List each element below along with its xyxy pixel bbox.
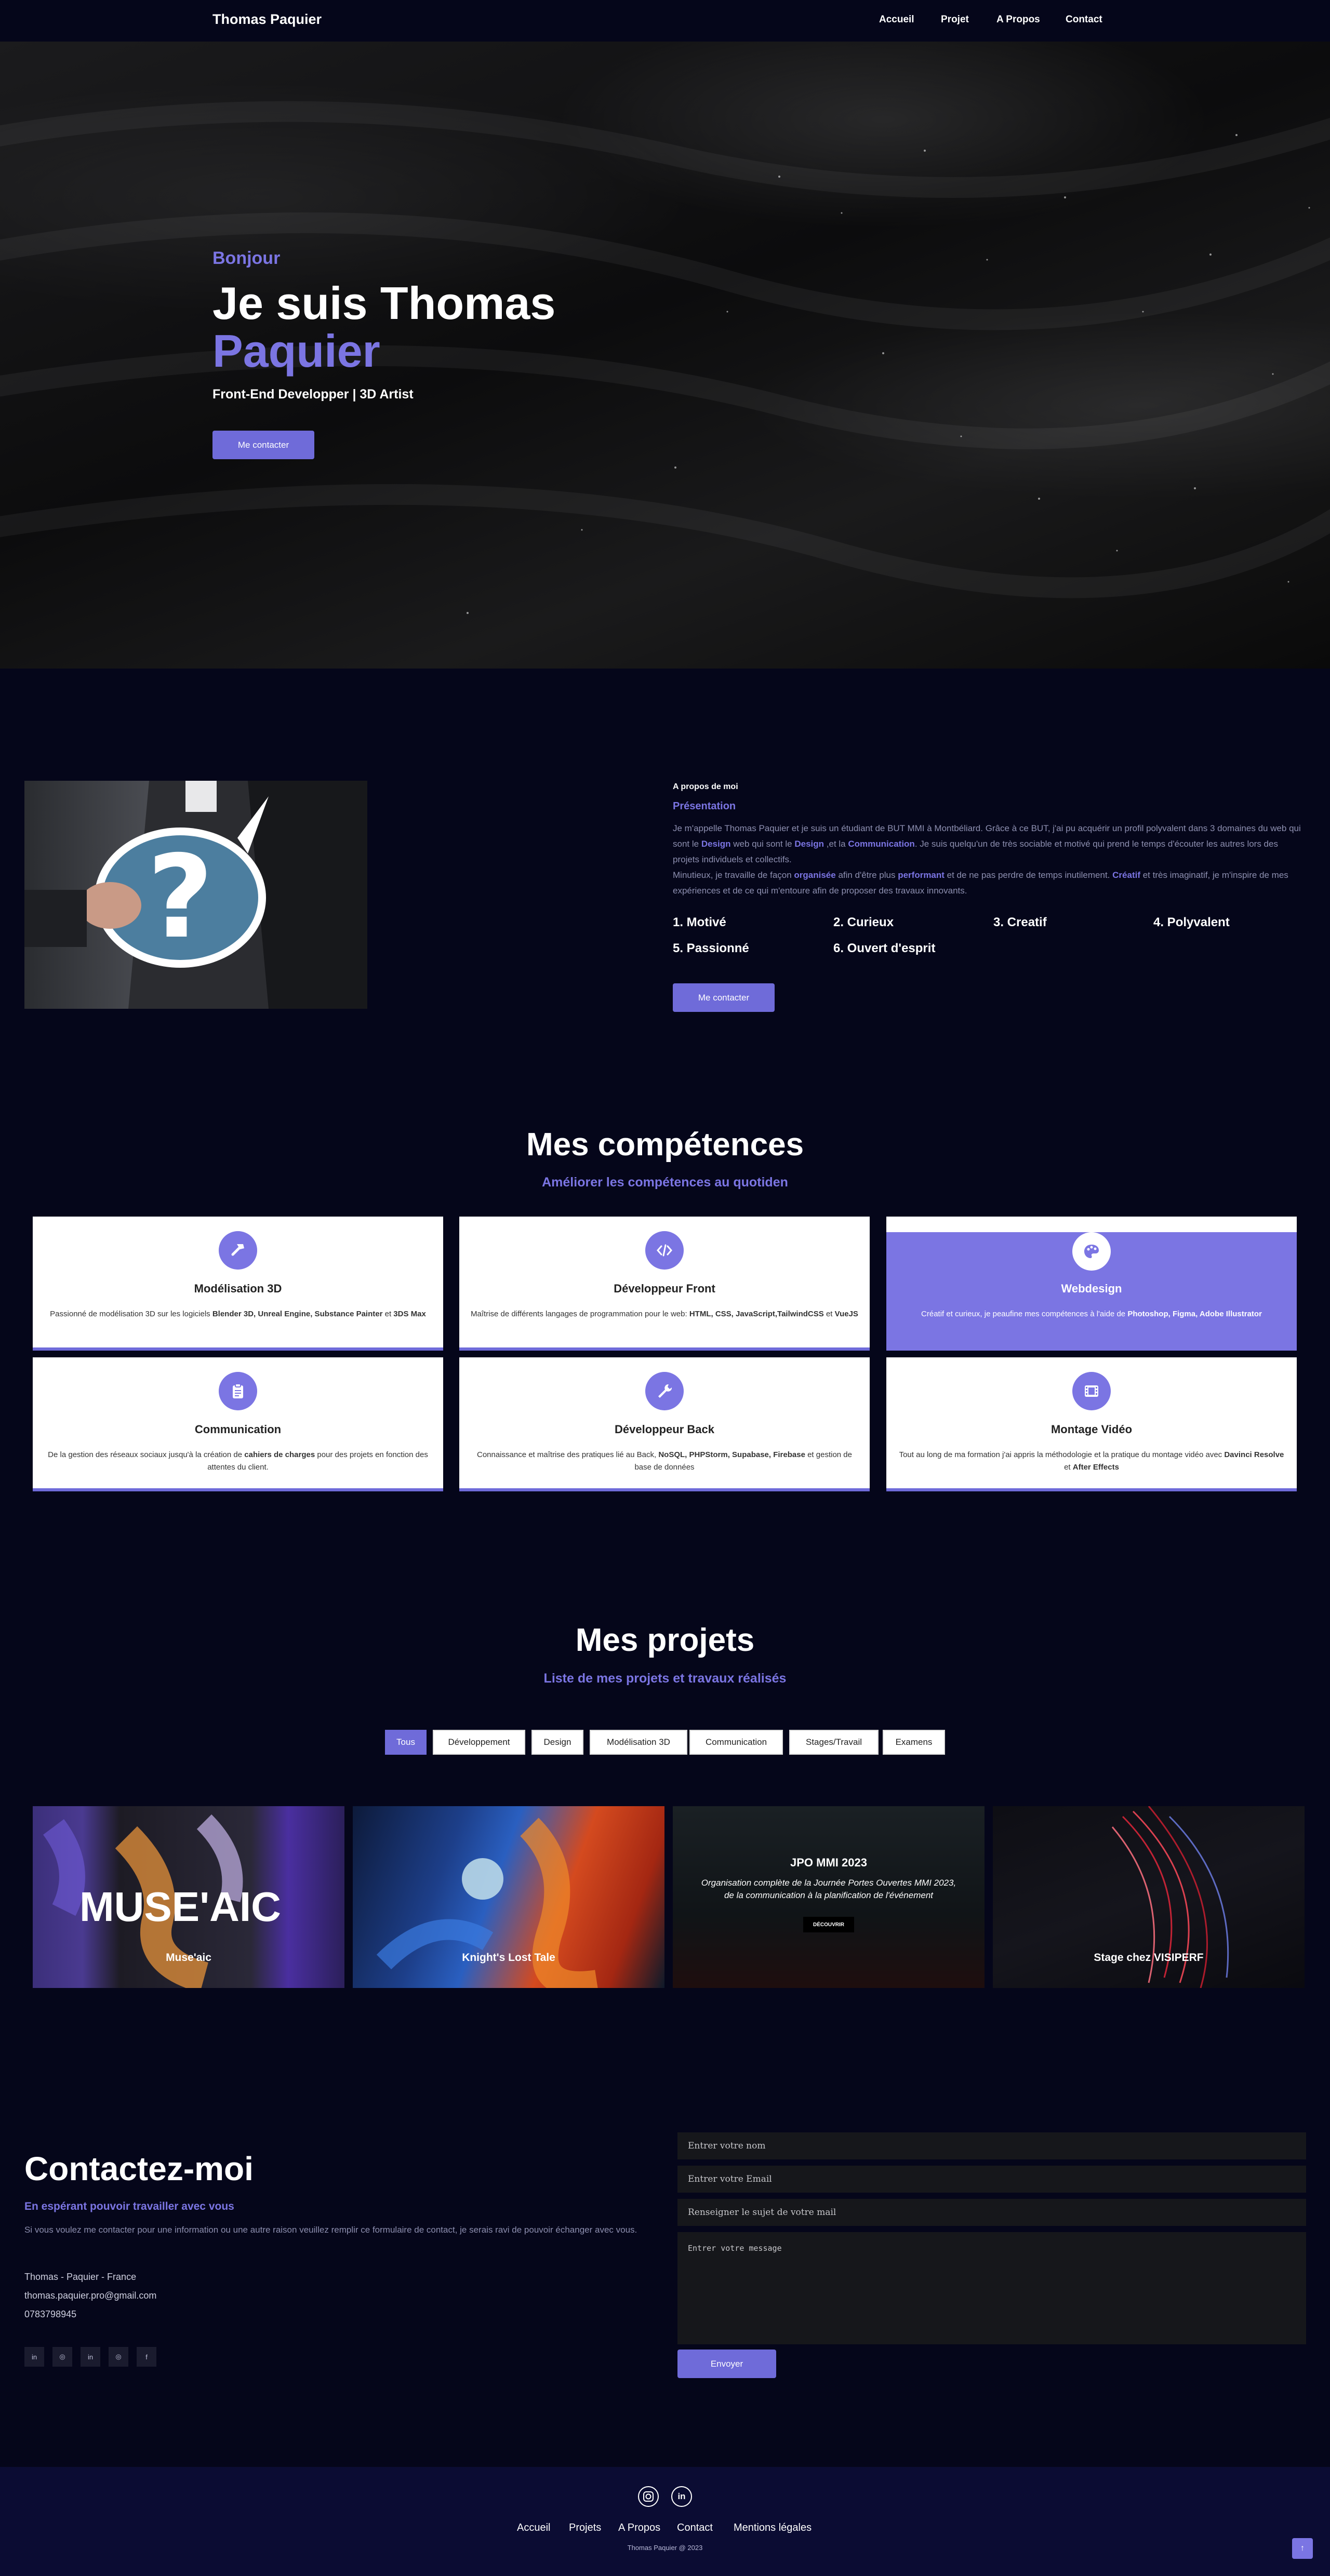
about-text: Je m'appelle Thomas Paquier et je suis u… — [673, 823, 1301, 896]
palette-icon — [1072, 1232, 1111, 1271]
museaic-logo-text: MUSE'AIC — [79, 1884, 281, 1930]
linkedin-icon[interactable]: in — [671, 2486, 692, 2507]
skill-card[interactable]: Modélisation 3D Passionné de modélisation… — [33, 1217, 443, 1351]
code-icon — [645, 1231, 684, 1270]
skill-description: Maîtrise de différents langages de progr… — [471, 1310, 858, 1318]
skill-title: Modélisation 3D — [194, 1282, 282, 1295]
trait-item: 5. Passionné — [673, 941, 749, 955]
skill-description: Passionné de modélisation 3D sur les log… — [50, 1310, 426, 1318]
email-input[interactable]: Entrer votre Email — [677, 2166, 1306, 2193]
project-label: Knight's Lost Tale — [462, 1952, 555, 1964]
project-label: Muse'aic — [166, 1952, 211, 1964]
skill-card[interactable]: Développeur Front Maîtrise de différents … — [459, 1217, 870, 1351]
skill-description: Créatif et curieux, je peaufine mes comp… — [921, 1310, 1262, 1318]
projects-subtitle: Liste de mes projets et travaux réalisés — [543, 1671, 787, 1686]
skill-card[interactable]: Webdesign Créatif et curieux, je peaufine… — [886, 1217, 1297, 1351]
footer-link-a-propos[interactable]: A Propos — [618, 2522, 660, 2534]
about-label: A propos de moi — [673, 782, 738, 791]
filter-examens[interactable]: Examens — [883, 1730, 945, 1755]
about-title: Présentation — [673, 800, 736, 812]
question-bubble-illustration: ? — [24, 781, 367, 1009]
about-image: ? — [24, 781, 367, 1009]
hero-title-line1: Je suis Thomas — [212, 277, 556, 329]
subject-input[interactable]: Renseigner le sujet de votre mail — [677, 2199, 1306, 2226]
footer-link-mentions-legales[interactable]: Mentions légales — [734, 2522, 812, 2534]
contact-phone[interactable]: 0783798945 — [24, 2309, 76, 2320]
trait-item: 2. Curieux — [833, 915, 894, 929]
skill-title: Webdesign — [1061, 1282, 1122, 1295]
contact-text: Si vous voulez me contacter pour une inf… — [24, 2225, 637, 2235]
projects-title: Mes projets — [575, 1622, 755, 1658]
clipboard-icon — [219, 1372, 257, 1410]
skill-description: De la gestion des réseaux sociaux jusqu'… — [48, 1450, 428, 1472]
nav-link-projet[interactable]: Projet — [941, 14, 969, 25]
hero-background-texture — [0, 101, 1330, 614]
trait-item: 4. Polyvalent — [1153, 915, 1230, 929]
nav-link-a-propos[interactable]: A Propos — [996, 14, 1040, 25]
nav-link-accueil[interactable]: Accueil — [879, 14, 914, 25]
filter-tous[interactable]: Tous — [385, 1730, 427, 1755]
hero-greeting: Bonjour — [212, 248, 281, 268]
filter-modelisation-3d[interactable]: Modélisation 3D — [590, 1730, 687, 1755]
skills-subtitle: Améliorer les compétences au quotiden — [542, 1175, 788, 1190]
skill-card[interactable]: Développeur Back Connaissance et maîtrise… — [459, 1357, 870, 1491]
film-icon — [1072, 1372, 1111, 1410]
hero-title-line2: Paquier — [212, 325, 380, 377]
skill-title: Montage Vidéo — [1050, 1423, 1133, 1436]
skill-title: Développeur Front — [614, 1282, 715, 1295]
contact-title: Contactez-moi — [24, 2150, 254, 2187]
name-input[interactable]: Entrer votre nom — [677, 2132, 1306, 2159]
hero-contact-button[interactable]: Me contacter — [212, 431, 314, 459]
project-card-stage-visiperf[interactable]: Stage chez VISIPERF — [993, 1806, 1305, 1988]
project-card-jpo-mmi-2023[interactable]: JPO MMI 2023 Organisation complète de la… — [673, 1806, 985, 1988]
top-navbar: Thomas Paquier Accueil Projet A Propos C… — [0, 0, 1330, 42]
linkedin-icon[interactable]: in — [24, 2347, 44, 2367]
instagram-icon[interactable] — [638, 2486, 659, 2507]
skill-description: Tout au long de ma formation j'ai appris… — [899, 1450, 1284, 1472]
svg-text:?: ? — [147, 831, 214, 964]
hero-subtitle: Front-End Developper | 3D Artist — [212, 387, 414, 402]
footer — [0, 2467, 1330, 2576]
footer-link-accueil[interactable]: Accueil — [517, 2522, 550, 2534]
skill-title: Communication — [194, 1423, 282, 1436]
hero-section — [0, 42, 1330, 669]
trait-item: 6. Ouvert d'esprit — [833, 941, 936, 955]
scroll-to-top-button[interactable]: ↑ — [1292, 2538, 1313, 2559]
skill-description: Connaissance et maîtrise des pratiques l… — [476, 1450, 852, 1472]
footer-link-projets[interactable]: Projets — [569, 2522, 601, 2534]
skill-title: Développeur Back — [615, 1423, 714, 1436]
jpo-hover-title: JPO MMI 2023 — [790, 1856, 867, 1869]
skill-card[interactable]: Communication De la gestion des réseaux s… — [33, 1357, 443, 1491]
instagram-icon[interactable]: ◎ — [109, 2347, 128, 2367]
filter-developpement[interactable]: Développement — [433, 1730, 525, 1755]
skills-title: Mes compétences — [526, 1127, 804, 1163]
discover-button[interactable]: DÉCOUVRIR — [803, 1917, 854, 1932]
hammer-icon — [219, 1231, 257, 1270]
jpo-hover-description: Organisation complète de la Journée Port… — [701, 1878, 956, 1900]
skill-card[interactable]: Montage Vidéo Tout au long de ma formatio… — [886, 1357, 1297, 1491]
brand-logo[interactable]: Thomas Paquier — [212, 11, 322, 28]
nav-link-contact[interactable]: Contact — [1066, 14, 1102, 25]
copyright: Thomas Paquier @ 2023 — [627, 2544, 703, 2552]
contact-email[interactable]: thomas.paquier.pro@gmail.com — [24, 2290, 156, 2301]
project-label: Stage chez VISIPERF — [1094, 1952, 1204, 1964]
trait-item: 1. Motivé — [673, 915, 726, 929]
contact-location: Thomas - Paquier - France — [24, 2272, 137, 2282]
message-textarea[interactable]: Entrer votre message — [677, 2232, 1306, 2344]
footer-link-contact[interactable]: Contact — [677, 2522, 713, 2534]
linkedin-icon[interactable]: in — [81, 2347, 100, 2367]
wrench-icon — [645, 1372, 684, 1410]
about-contact-button[interactable]: Me contacter — [673, 983, 775, 1012]
instagram-icon[interactable]: ◎ — [52, 2347, 72, 2367]
project-card-museaic[interactable]: MUSE'AIC Muse'aic — [33, 1806, 344, 1988]
filter-design[interactable]: Design — [531, 1730, 583, 1755]
filter-stages-travail[interactable]: Stages/Travail — [789, 1730, 879, 1755]
trait-item: 3. Creatif — [993, 915, 1047, 929]
contact-subtitle: En espérant pouvoir travailler avec vous — [24, 2200, 234, 2212]
hero-title: Je suis Thomas Paquier — [212, 279, 555, 375]
facebook-icon[interactable]: f — [137, 2347, 156, 2367]
project-card-knights-lost-tale[interactable]: Knight's Lost Tale — [353, 1806, 664, 1988]
filter-communication[interactable]: Communication — [689, 1730, 783, 1755]
submit-button[interactable]: Envoyer — [677, 2350, 776, 2378]
